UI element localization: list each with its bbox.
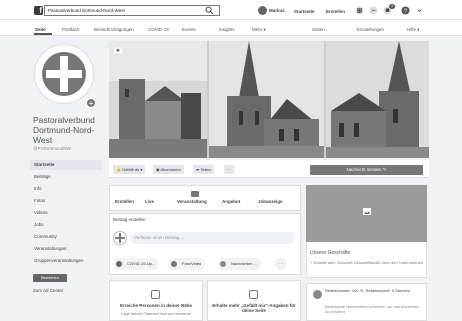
nav-create[interactable]: Erstellen (326, 9, 345, 14)
sidebar-item-home[interactable]: Startseite (30, 160, 102, 170)
messenger-icon (220, 261, 226, 267)
notification-badge: 3 (389, 4, 395, 9)
photo-video-chip[interactable]: Foto/Video (168, 258, 206, 270)
share-button[interactable]: ➦ Teilen (193, 165, 214, 174)
promo-card-likes[interactable] (207, 280, 301, 321)
composer-tab-create[interactable]: Erstellen (115, 199, 134, 204)
shop-description[interactable]: + Erstelle dein Geschäft Geschäftsseite … (310, 260, 425, 265)
tab-pages[interactable]: Seiten... (312, 27, 329, 32)
chevron-down-icon[interactable] (415, 6, 424, 15)
promo-card-subtitle: Lege deinen Standort fest und bewerbe (120, 311, 192, 316)
sidebar-item-info[interactable]: Info (30, 184, 102, 194)
page-avatar[interactable] (34, 44, 94, 104)
calendar-icon (191, 191, 199, 197)
send-message-button[interactable]: Nachricht senden ✎ (310, 165, 423, 175)
tab-help[interactable]: Hilfe ▾ (407, 27, 420, 33)
cross-logo-icon (42, 52, 86, 96)
covid-icon (116, 261, 122, 267)
tab-inbox[interactable]: Postfach (62, 27, 80, 32)
tab-events[interactable]: Events (182, 27, 196, 32)
response-hint: Beantworte Nachrichten schneller, um das… (325, 304, 420, 314)
sidebar-item-photos[interactable]: Fotos (30, 196, 102, 206)
tab-settings[interactable]: Einstellungen (357, 27, 384, 32)
shop-title: Unsere Geschäfte (310, 250, 351, 256)
page-handle: @PVDortmundNW (33, 146, 71, 151)
search-input[interactable]: Pastoralverbund Dortmund-Nord-West (44, 5, 220, 16)
promo-card-title: Erreiche Personen in deiner Nähe (119, 303, 193, 308)
liked-button[interactable]: 👍 Gefällt dir ▾ (113, 165, 146, 174)
tab-page[interactable]: Seite (35, 27, 46, 32)
tab-more[interactable]: Mehr ▾ (252, 27, 266, 33)
messenger-icon[interactable] (369, 6, 378, 15)
chat-icon (313, 290, 322, 299)
page-title: Pastoralverbund Dortmund-Nord-West (33, 115, 95, 145)
tab-insights[interactable]: Insights (219, 27, 235, 32)
facebook-logo[interactable]: f (34, 6, 43, 15)
liked-label: Gefällt dir ▾ (122, 167, 143, 172)
composer-tab-event[interactable]: Veranstaltung (177, 199, 207, 204)
more-button[interactable]: ··· (224, 165, 234, 174)
ad-center-link[interactable]: Zum Ad Center (33, 288, 63, 293)
post-input[interactable]: Verfasse einen Beitrag ... (130, 232, 295, 244)
tab-notifications[interactable]: Benachrichtigungen (94, 27, 134, 32)
follow-button[interactable]: ◉ Abonnieren (153, 165, 184, 174)
covid-update-chip[interactable]: COVID-19-Up... (113, 258, 160, 270)
composer-tabs (109, 185, 301, 211)
location-icon (151, 290, 160, 299)
sidebar-item-jobs[interactable]: Jobs (30, 220, 102, 230)
cover-photo[interactable] (109, 41, 429, 158)
composer-tab-job[interactable]: Jobanzeige (258, 199, 283, 204)
more-chip[interactable]: ··· (275, 258, 287, 270)
sidebar-item-group-events[interactable]: Gruppenveranstaltungen (30, 256, 102, 266)
follow-label: Abonnieren (160, 167, 181, 172)
avatar (258, 6, 267, 15)
page-icon (249, 290, 258, 299)
sidebar-item-events[interactable]: Veranstaltungen (30, 244, 102, 254)
chip-label: Nachrichten ... (231, 261, 257, 266)
share-label: Teilen (200, 167, 211, 172)
profile-name: Markus (269, 8, 285, 13)
response-rate: Reaktionsrate: 100 %, Reaktionszeit: 9 S… (325, 288, 410, 293)
help-icon[interactable]: ? (401, 6, 410, 15)
profile-chip[interactable]: Markus (258, 6, 285, 15)
add-photo-icon[interactable]: + (86, 98, 96, 108)
svg-text:?: ? (404, 8, 407, 14)
promote-button[interactable]: Bewerben (33, 274, 67, 282)
composer-tab-offer[interactable]: Angebot (222, 199, 240, 204)
chip-label: Foto/Video (182, 261, 202, 266)
tab-covid[interactable]: COVID-19 (148, 27, 169, 32)
promo-card-title: Erhalte mehr „Gefällt mir“-Angaben für d… (212, 303, 296, 313)
sidebar-item-community[interactable]: Community (30, 232, 102, 242)
sidebar-item-posts[interactable]: Beiträge (30, 172, 102, 182)
camera-icon[interactable] (114, 46, 122, 53)
sidebar-item-videos[interactable]: Videos (30, 208, 102, 218)
search-icon[interactable] (205, 6, 214, 15)
nav-home[interactable]: Startseite (294, 9, 315, 14)
composer-tab-live[interactable]: Live (145, 199, 154, 204)
avatar (113, 231, 127, 245)
messages-chip[interactable]: Nachrichten ... (217, 258, 261, 270)
active-tab-indicator (34, 33, 52, 35)
composer-title: Beitrag erstellen (113, 217, 146, 222)
grid-icon[interactable] (355, 6, 364, 15)
photo-icon (363, 208, 371, 215)
photo-icon (171, 261, 177, 267)
chip-label: COVID-19-Up... (127, 261, 156, 266)
